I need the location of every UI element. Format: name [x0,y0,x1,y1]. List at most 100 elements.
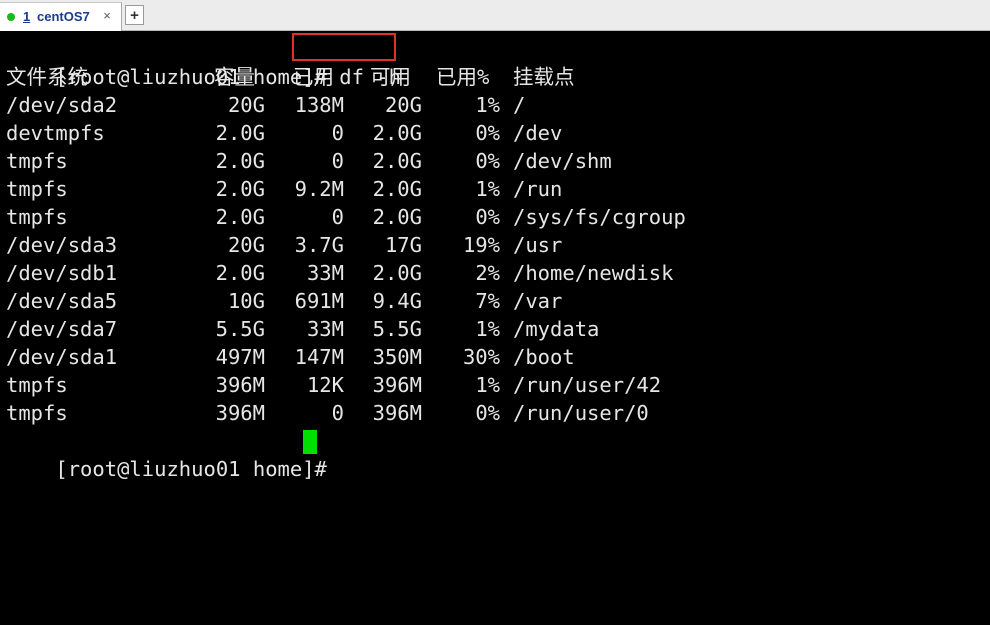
tab-number: 1 [23,9,31,24]
df-row: /dev/sdb1 2.0G 33M 2.0G 2% /home/newdisk [6,259,906,287]
row-use-percent: 7% [475,289,500,313]
row-use-percent: 0% [475,205,500,229]
row-filesystem: tmpfs [6,149,68,173]
row-filesystem: /dev/sda7 [6,317,118,341]
df-header-row: 文件系统 容量 已用 可用 已用% 挂载点 [6,63,906,91]
row-use-percent: 19% [462,233,500,257]
row-filesystem: /dev/sda1 [6,345,118,369]
row-mount: /run/user/0 [513,401,649,425]
row-used: 33M [306,261,344,285]
row-filesystem: devtmpfs [6,121,105,145]
row-avail: 20G [384,93,422,117]
connection-status-icon [7,13,15,21]
df-row: /dev/sda3 20G 3.7G 17G 19% /usr [6,231,906,259]
df-row: tmpfs 2.0G 9.2M 2.0G 1% /run [6,175,906,203]
df-row: /dev/sda1 497M 147M 350M 30% /boot [6,343,906,371]
row-size: 2.0G [215,121,265,145]
tab-centos7[interactable]: 1 centOS7 × [0,2,122,31]
df-row: tmpfs 396M 0 396M 0% /run/user/0 [6,399,906,427]
row-use-percent: 30% [462,345,500,369]
row-size: 396M [215,373,265,397]
row-used: 147M [294,345,344,369]
row-use-percent: 1% [475,93,500,117]
final-prompt-line: [root@liuzhuo01 home]# [6,427,327,481]
row-used: 3.7G [294,233,344,257]
row-filesystem: /dev/sda2 [6,93,118,117]
row-used: 12K [306,373,344,397]
row-size: 2.0G [215,149,265,173]
row-mount: /run/user/42 [513,373,662,397]
row-use-percent: 1% [475,373,500,397]
row-avail: 9.4G [372,289,422,313]
close-tab-icon[interactable]: × [100,9,114,23]
row-size: 2.0G [215,177,265,201]
row-used: 0 [331,121,344,145]
row-mount: /sys/fs/cgroup [513,205,686,229]
row-filesystem: /dev/sdb1 [6,261,118,285]
tab-bar: 1 centOS7 × + [0,0,990,31]
row-avail: 2.0G [372,177,422,201]
df-row: devtmpfs 2.0G 0 2.0G 0% /dev [6,119,906,147]
row-avail: 17G [384,233,422,257]
row-avail: 396M [372,373,422,397]
row-avail: 5.5G [372,317,422,341]
row-mount: / [513,93,526,117]
row-size: 497M [215,345,265,369]
header-size: 容量 [214,65,255,89]
row-avail: 2.0G [372,121,422,145]
df-row: /dev/sda7 5.5G 33M 5.5G 1% /mydata [6,315,906,343]
row-size: 20G [227,93,265,117]
new-tab-button[interactable]: + [125,5,144,25]
row-used: 691M [294,289,344,313]
row-used: 138M [294,93,344,117]
row-mount: /mydata [513,317,600,341]
row-use-percent: 0% [475,121,500,145]
row-mount: /run [513,177,563,201]
row-used: 0 [331,401,344,425]
row-filesystem: tmpfs [6,373,68,397]
row-use-percent: 1% [475,177,500,201]
shell-prompt: [root@liuzhuo01 home]# [55,457,327,481]
row-avail: 2.0G [372,205,422,229]
row-filesystem: /dev/sda3 [6,233,118,257]
row-used: 9.2M [294,177,344,201]
terminal-screen[interactable]: [root@liuzhuo01 home]# df -h 文件系统 容量 已用 … [0,31,990,625]
row-mount: /var [513,289,563,313]
command-highlight-box [292,33,396,61]
df-row: /dev/sda2 20G 138M 20G 1% / [6,91,906,119]
df-row: /dev/sda5 10G 691M 9.4G 7% /var [6,287,906,315]
row-size: 5.5G [215,317,265,341]
header-filesystem: 文件系统 [6,65,88,89]
row-use-percent: 2% [475,261,500,285]
row-use-percent: 0% [475,149,500,173]
row-size: 2.0G [215,205,265,229]
df-row: tmpfs 396M 12K 396M 1% /run/user/42 [6,371,906,399]
header-used: 已用 [293,65,334,89]
row-size: 10G [227,289,265,313]
row-mount: /home/newdisk [513,261,674,285]
row-avail: 2.0G [372,261,422,285]
df-row: tmpfs 2.0G 0 2.0G 0% /dev/shm [6,147,906,175]
row-use-percent: 1% [475,317,500,341]
row-used: 0 [331,205,344,229]
row-avail: 396M [372,401,422,425]
row-use-percent: 0% [475,401,500,425]
row-mount: /usr [513,233,563,257]
row-filesystem: tmpfs [6,401,68,425]
header-mounted-on: 挂载点 [513,65,575,89]
row-filesystem: /dev/sda5 [6,289,118,313]
row-used: 33M [306,317,344,341]
row-used: 0 [331,149,344,173]
header-avail: 可用 [370,65,411,89]
row-avail: 2.0G [372,149,422,173]
row-size: 20G [227,233,265,257]
row-filesystem: tmpfs [6,177,68,201]
row-size: 2.0G [215,261,265,285]
row-mount: /boot [513,345,575,369]
df-row: tmpfs 2.0G 0 2.0G 0% /sys/fs/cgroup [6,203,906,231]
row-size: 396M [215,401,265,425]
header-use-percent: 已用% [436,65,490,89]
row-avail: 350M [372,345,422,369]
row-mount: /dev/shm [513,149,612,173]
row-mount: /dev [513,121,563,145]
